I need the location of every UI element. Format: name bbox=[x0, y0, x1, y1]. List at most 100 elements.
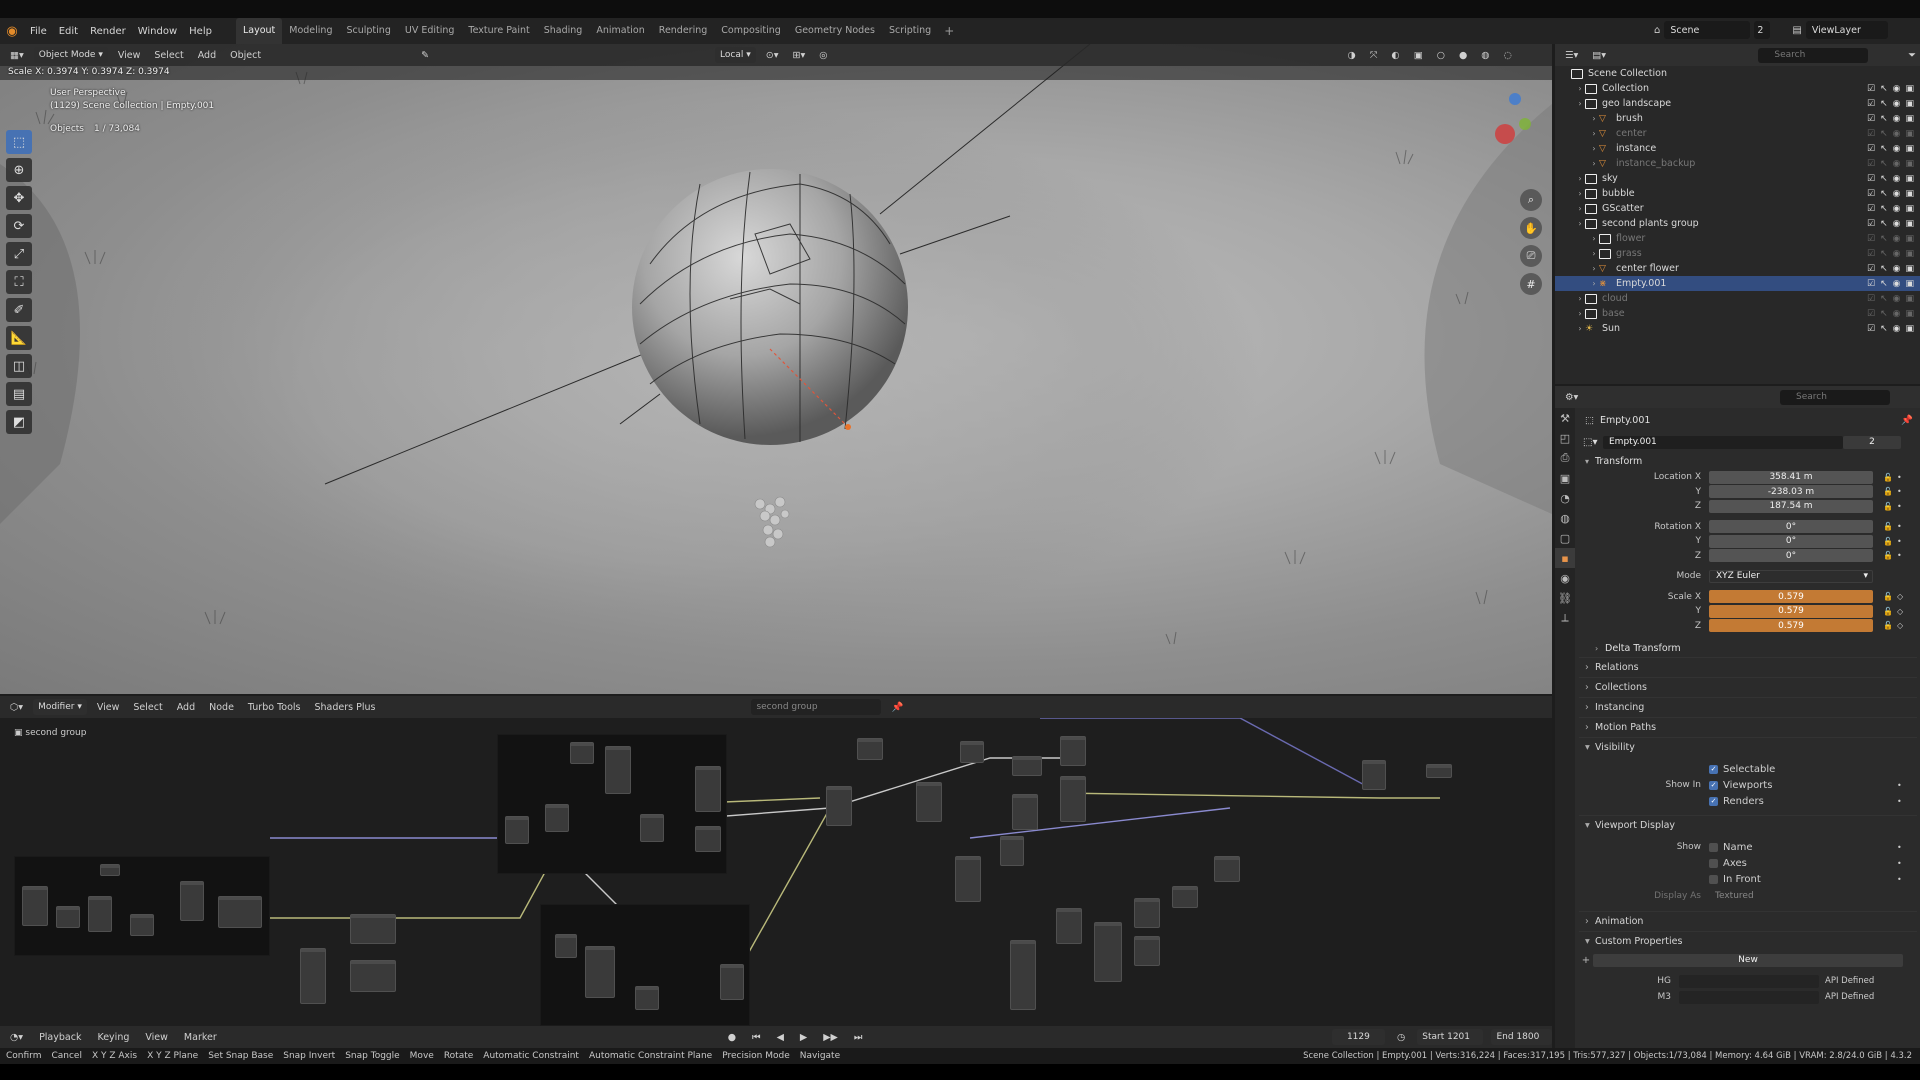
timeline-menu-playback[interactable]: Playback bbox=[35, 1032, 85, 1043]
node[interactable] bbox=[640, 814, 664, 842]
eye-icon[interactable]: ◉ bbox=[1893, 309, 1901, 319]
prev-key-icon[interactable]: ◀ bbox=[773, 1032, 788, 1043]
overlay-toggle-icon[interactable]: ◐ bbox=[1387, 50, 1403, 61]
node-menu-shaders-plus[interactable]: Shaders Plus bbox=[310, 702, 379, 713]
checkbox-icon[interactable]: ☑ bbox=[1867, 294, 1875, 304]
keyframe-dot-icon[interactable]: • bbox=[1897, 502, 1902, 511]
lock-icon[interactable]: 🔓 bbox=[1883, 502, 1893, 511]
camera-icon[interactable]: ▣ bbox=[1905, 264, 1914, 274]
select-arrow-icon[interactable]: ↖ bbox=[1880, 324, 1888, 334]
select-arrow-icon[interactable]: ↖ bbox=[1880, 84, 1888, 94]
transform-panel-header[interactable]: ▾ Transform bbox=[1579, 452, 1917, 470]
expand-arrow-icon[interactable]: › bbox=[1575, 174, 1585, 183]
eye-icon[interactable]: ◉ bbox=[1893, 114, 1901, 124]
viewport-display-panel-header[interactable]: ▾ Viewport Display bbox=[1579, 815, 1917, 835]
expand-arrow-icon[interactable]: › bbox=[1589, 264, 1599, 273]
custom-prop-field[interactable] bbox=[1679, 974, 1819, 988]
lock-icon[interactable]: 🔓 bbox=[1883, 621, 1893, 630]
collection-tab-icon[interactable]: ▢ bbox=[1555, 528, 1575, 548]
expand-arrow-icon[interactable]: › bbox=[1589, 249, 1599, 258]
node-menu-turbo-tools[interactable]: Turbo Tools bbox=[244, 702, 305, 713]
eye-icon[interactable]: ◉ bbox=[1893, 294, 1901, 304]
eye-icon[interactable]: ◉ bbox=[1893, 324, 1901, 334]
editor-type-icon[interactable]: ▦▾ bbox=[6, 50, 28, 61]
gizmo-toggle-icon[interactable]: ⤧ bbox=[1366, 50, 1382, 61]
keyframe-diamond-icon[interactable]: ◇ bbox=[1897, 607, 1903, 616]
expand-arrow-icon[interactable]: › bbox=[1575, 324, 1585, 333]
extra-tool-icon[interactable]: ◩ bbox=[6, 410, 32, 434]
expand-arrow-icon[interactable]: › bbox=[1589, 279, 1599, 288]
pen-icon[interactable]: ✎ bbox=[417, 50, 433, 61]
keyframe-dot-icon[interactable]: • bbox=[1897, 537, 1902, 546]
expand-arrow-icon[interactable]: › bbox=[1589, 144, 1599, 153]
node[interactable] bbox=[350, 914, 396, 944]
display-mode-icon[interactable]: ▤▾ bbox=[1588, 50, 1610, 61]
tab-compositing[interactable]: Compositing bbox=[714, 18, 788, 44]
eye-icon[interactable]: ◉ bbox=[1893, 159, 1901, 169]
select-arrow-icon[interactable]: ↖ bbox=[1880, 219, 1888, 229]
eye-icon[interactable]: ◉ bbox=[1893, 279, 1901, 289]
scale-y-field[interactable]: 0.579 bbox=[1709, 604, 1873, 618]
node[interactable] bbox=[695, 766, 721, 812]
snap-icon[interactable]: ⊞▾ bbox=[788, 50, 809, 61]
scene-field[interactable]: Scene bbox=[1664, 21, 1751, 39]
properties-search[interactable]: Search bbox=[1780, 389, 1890, 405]
motion-paths-panel-header[interactable]: › Motion Paths bbox=[1579, 717, 1917, 737]
instancing-panel-header[interactable]: › Instancing bbox=[1579, 697, 1917, 717]
start-frame-field[interactable]: Start 1201 bbox=[1417, 1029, 1484, 1045]
gizmo-z-axis[interactable] bbox=[1509, 93, 1521, 105]
custom-properties-panel-header[interactable]: ▾ Custom Properties bbox=[1579, 931, 1917, 951]
keyframe-dot-icon[interactable]: • bbox=[1897, 859, 1902, 868]
node[interactable] bbox=[635, 986, 659, 1010]
blender-logo-icon[interactable]: ◉ bbox=[0, 24, 24, 39]
custom-prop-field[interactable] bbox=[1679, 990, 1819, 1004]
outliner-row[interactable]: › second plants group ☑ ↖ ◉ ▣ bbox=[1555, 216, 1920, 231]
node[interactable] bbox=[545, 804, 569, 832]
properties-editor[interactable]: ⚙▾ Search ⚒ ◰ ⎙ ▣ ◔ ◍ ▢ ▪ ◉ ⛓ ⟂ ⬚ Empty.… bbox=[1555, 386, 1920, 1048]
expand-arrow-icon[interactable]: › bbox=[1575, 204, 1585, 213]
ortho-grid-icon[interactable]: # bbox=[1520, 273, 1542, 295]
transform-orientation-dropdown[interactable]: Local ▾ bbox=[715, 47, 756, 63]
clock-icon[interactable]: ◷ bbox=[1393, 1032, 1409, 1043]
gizmo-y-axis[interactable] bbox=[1519, 118, 1531, 130]
next-key-icon[interactable]: ▶▶ bbox=[819, 1032, 842, 1043]
select-arrow-icon[interactable]: ↖ bbox=[1880, 309, 1888, 319]
scene-tab-icon[interactable]: ◔ bbox=[1555, 488, 1575, 508]
expand-arrow-icon[interactable]: › bbox=[1575, 84, 1585, 93]
checkbox-icon[interactable]: ☑ bbox=[1867, 174, 1875, 184]
camera-icon[interactable]: ▣ bbox=[1905, 204, 1914, 214]
renders-checkbox[interactable]: ✓ bbox=[1709, 796, 1718, 806]
scale-x-field[interactable]: 0.579 bbox=[1709, 590, 1873, 604]
node[interactable] bbox=[505, 816, 529, 844]
viewport-menu-view[interactable]: View bbox=[114, 50, 145, 61]
select-arrow-icon[interactable]: ↖ bbox=[1880, 234, 1888, 244]
outliner-row[interactable]: › ▽ center ☑ ↖ ◉ ▣ bbox=[1555, 126, 1920, 141]
lock-icon[interactable]: 🔓 bbox=[1883, 551, 1893, 560]
object-name-field[interactable]: Empty.001 bbox=[1603, 435, 1843, 449]
show-name-checkbox[interactable] bbox=[1709, 842, 1718, 852]
outliner-row[interactable]: › ▽ brush ☑ ↖ ◉ ▣ bbox=[1555, 111, 1920, 126]
camera-icon[interactable]: ▣ bbox=[1905, 129, 1914, 139]
node-menu-add[interactable]: Add bbox=[173, 702, 199, 713]
tool-tab-icon[interactable]: ⚒ bbox=[1555, 408, 1575, 428]
visibility-panel-header[interactable]: ▾ Visibility bbox=[1579, 737, 1917, 757]
object-origin-dot[interactable] bbox=[845, 424, 851, 430]
lock-icon[interactable]: 🔓 bbox=[1883, 592, 1893, 601]
checkbox-icon[interactable]: ☑ bbox=[1867, 99, 1875, 109]
eye-icon[interactable]: ◉ bbox=[1893, 84, 1901, 94]
outliner-row[interactable]: › flower ☑ ↖ ◉ ▣ bbox=[1555, 231, 1920, 246]
lock-icon[interactable]: 🔓 bbox=[1883, 487, 1893, 496]
camera-icon[interactable]: ▣ bbox=[1905, 249, 1914, 259]
node[interactable] bbox=[300, 948, 326, 1004]
checkbox-icon[interactable]: ☑ bbox=[1867, 309, 1875, 319]
end-frame-field[interactable]: End 1800 bbox=[1491, 1029, 1552, 1045]
checkbox-icon[interactable]: ☑ bbox=[1867, 219, 1875, 229]
node[interactable] bbox=[826, 786, 852, 826]
node[interactable] bbox=[605, 746, 631, 794]
select-arrow-icon[interactable]: ↖ bbox=[1880, 249, 1888, 259]
rotation-mode-dropdown[interactable]: XYZ Euler ▾ bbox=[1709, 569, 1873, 583]
eye-icon[interactable]: ◉ bbox=[1893, 99, 1901, 109]
shading-rendered-icon[interactable]: ◌ bbox=[1500, 50, 1516, 61]
checkbox-icon[interactable]: ☑ bbox=[1867, 84, 1875, 94]
node-mode-dropdown[interactable]: Modifier ▾ bbox=[33, 699, 87, 715]
